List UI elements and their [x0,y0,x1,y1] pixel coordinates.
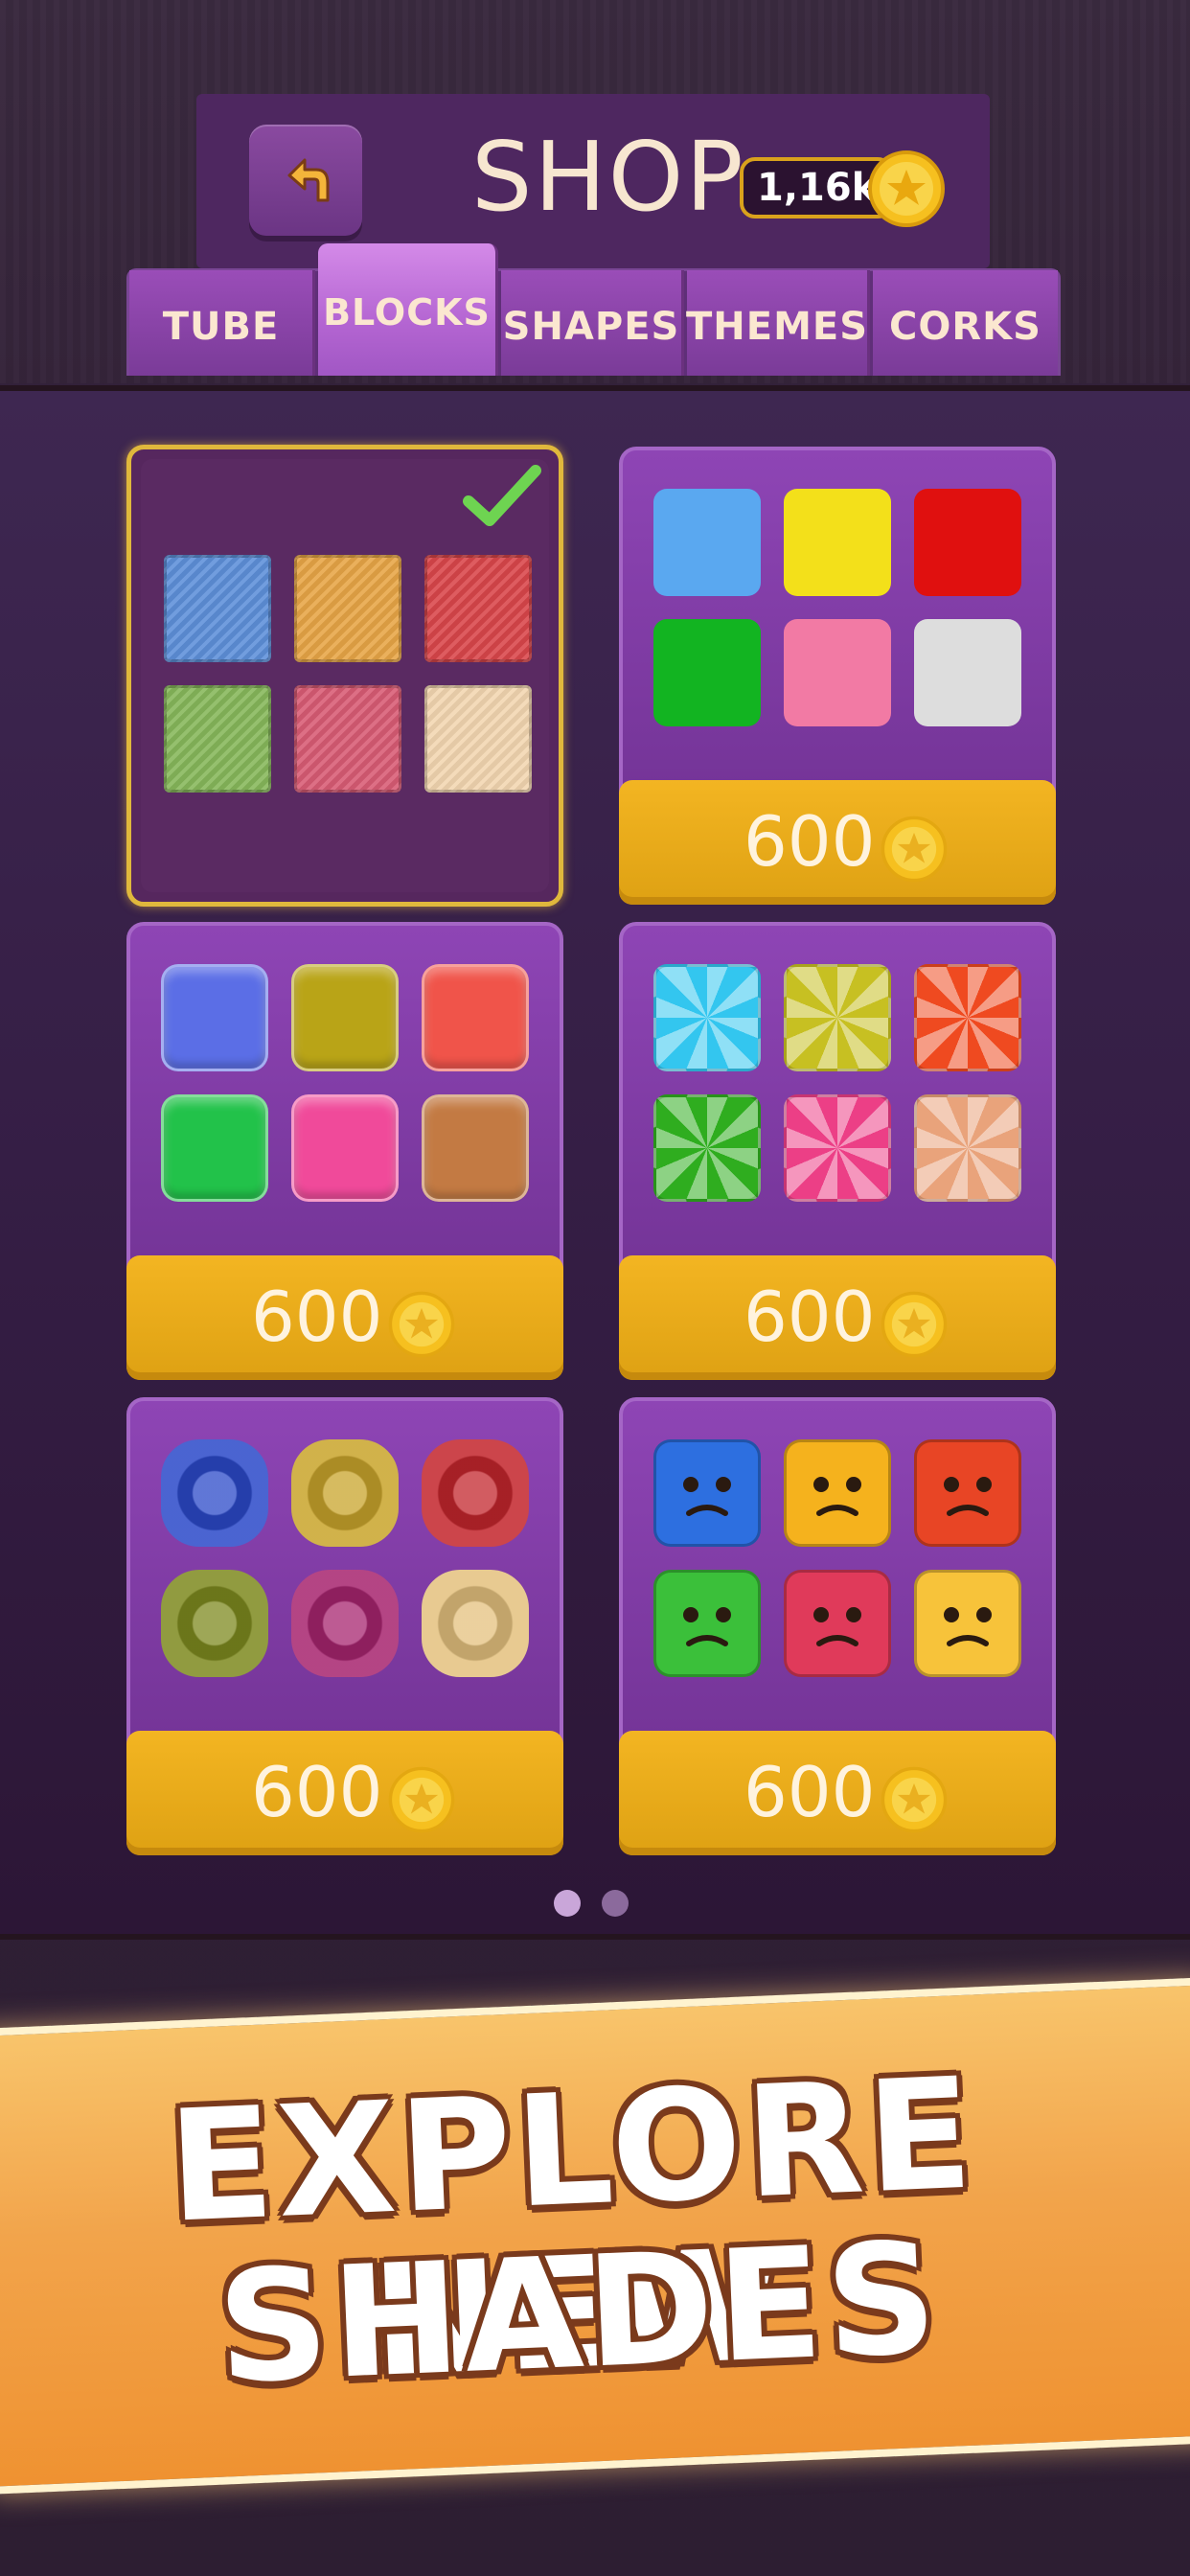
page-title: SHOP [471,121,745,233]
swatch-4 [161,1094,268,1202]
price-label: 600 [744,1276,876,1357]
tab-shapes[interactable]: SHAPES [501,270,684,376]
swatch-3 [422,1439,529,1547]
buy-button[interactable]: 600 [126,1255,563,1380]
swatch-2 [784,964,891,1071]
back-arrow-icon [287,158,330,202]
swatch-2 [294,555,401,662]
swatch-1 [164,555,271,662]
color-swatches [161,964,537,1202]
buy-button[interactable]: 600 [619,1731,1056,1855]
swatch-6 [914,1094,1021,1202]
tab-corks[interactable]: CORKS [873,270,1058,376]
swatch-5 [291,1570,399,1677]
swatch-4 [161,1570,268,1677]
tab-tube-label: TUBE [162,305,280,349]
tab-tube[interactable]: TUBE [129,270,315,376]
swatch-1 [161,964,268,1071]
swatch-3 [914,964,1021,1071]
price-label: 600 [744,1752,876,1832]
page-dot-1[interactable] [554,1890,581,1917]
swatch-4 [164,685,271,793]
emoji-face-icon [944,1607,992,1646]
swatch-6 [422,1570,529,1677]
swatch-6 [914,1570,1021,1677]
block-skin-card-gem[interactable]: 600 [126,1397,563,1855]
swatch-3 [914,489,1021,596]
swatch-1 [653,1439,761,1547]
color-swatches [161,1439,537,1677]
buy-button[interactable]: 600 [619,1255,1056,1380]
swatch-4 [653,1094,761,1202]
swatch-5 [784,1570,891,1677]
swatch-1 [161,1439,268,1547]
emoji-face-icon [944,1477,992,1516]
color-swatches [164,555,539,793]
swatch-3 [424,555,532,662]
coin-balance-value: 1,16k [757,166,878,210]
tab-themes-label: THEMES [685,305,869,349]
swatch-5 [294,685,401,793]
swatch-5 [784,619,891,726]
block-skin-card-candy[interactable]: 600 [619,922,1056,1380]
emoji-face-icon [683,1607,731,1646]
star-coin-icon [881,1766,948,1833]
swatch-4 [653,1570,761,1677]
swatch-6 [422,1094,529,1202]
selected-check-icon [463,465,541,526]
page-indicator [554,1890,640,1919]
block-skin-card-flat[interactable]: 600 [619,447,1056,905]
price-label: 600 [251,1752,383,1832]
color-swatches [653,964,1029,1202]
swatch-6 [424,685,532,793]
emoji-face-icon [813,1477,861,1516]
tab-shapes-label: SHAPES [502,305,680,349]
back-button[interactable] [249,125,362,236]
swatch-3 [914,1439,1021,1547]
buy-button[interactable]: 600 [126,1731,563,1855]
swatch-3 [422,964,529,1071]
star-coin-icon [388,1766,455,1833]
swatch-4 [653,619,761,726]
color-swatches [653,489,1029,726]
tab-corks-label: CORKS [889,305,1041,349]
emoji-face-icon [813,1607,861,1646]
tab-blocks-label: BLOCKS [323,291,491,334]
star-coin-icon [388,1291,455,1358]
tab-themes[interactable]: THEMES [685,270,870,376]
emoji-face-icon [683,1477,731,1516]
price-label: 600 [744,801,876,882]
swatch-2 [291,1439,399,1547]
star-coin-icon [868,150,945,227]
tab-blocks[interactable]: BLOCKS [318,243,498,376]
block-skin-card-emoji[interactable]: 600 [619,1397,1056,1855]
block-skin-card-wood[interactable] [126,445,563,907]
buy-button[interactable]: 600 [619,780,1056,905]
swatch-2 [291,964,399,1071]
promo-banner: EXPLORE NEW SHADES [0,1977,1190,2495]
price-label: 600 [251,1276,383,1357]
swatch-2 [784,1439,891,1547]
star-coin-icon [881,1291,948,1358]
page-dot-2[interactable] [602,1890,629,1917]
swatch-5 [291,1094,399,1202]
swatch-2 [784,489,891,596]
swatch-1 [653,964,761,1071]
block-skin-card-glossy[interactable]: 600 [126,922,563,1380]
star-coin-icon [881,816,948,883]
swatch-5 [784,1094,891,1202]
color-swatches [653,1439,1029,1677]
swatch-6 [914,619,1021,726]
swatch-1 [653,489,761,596]
